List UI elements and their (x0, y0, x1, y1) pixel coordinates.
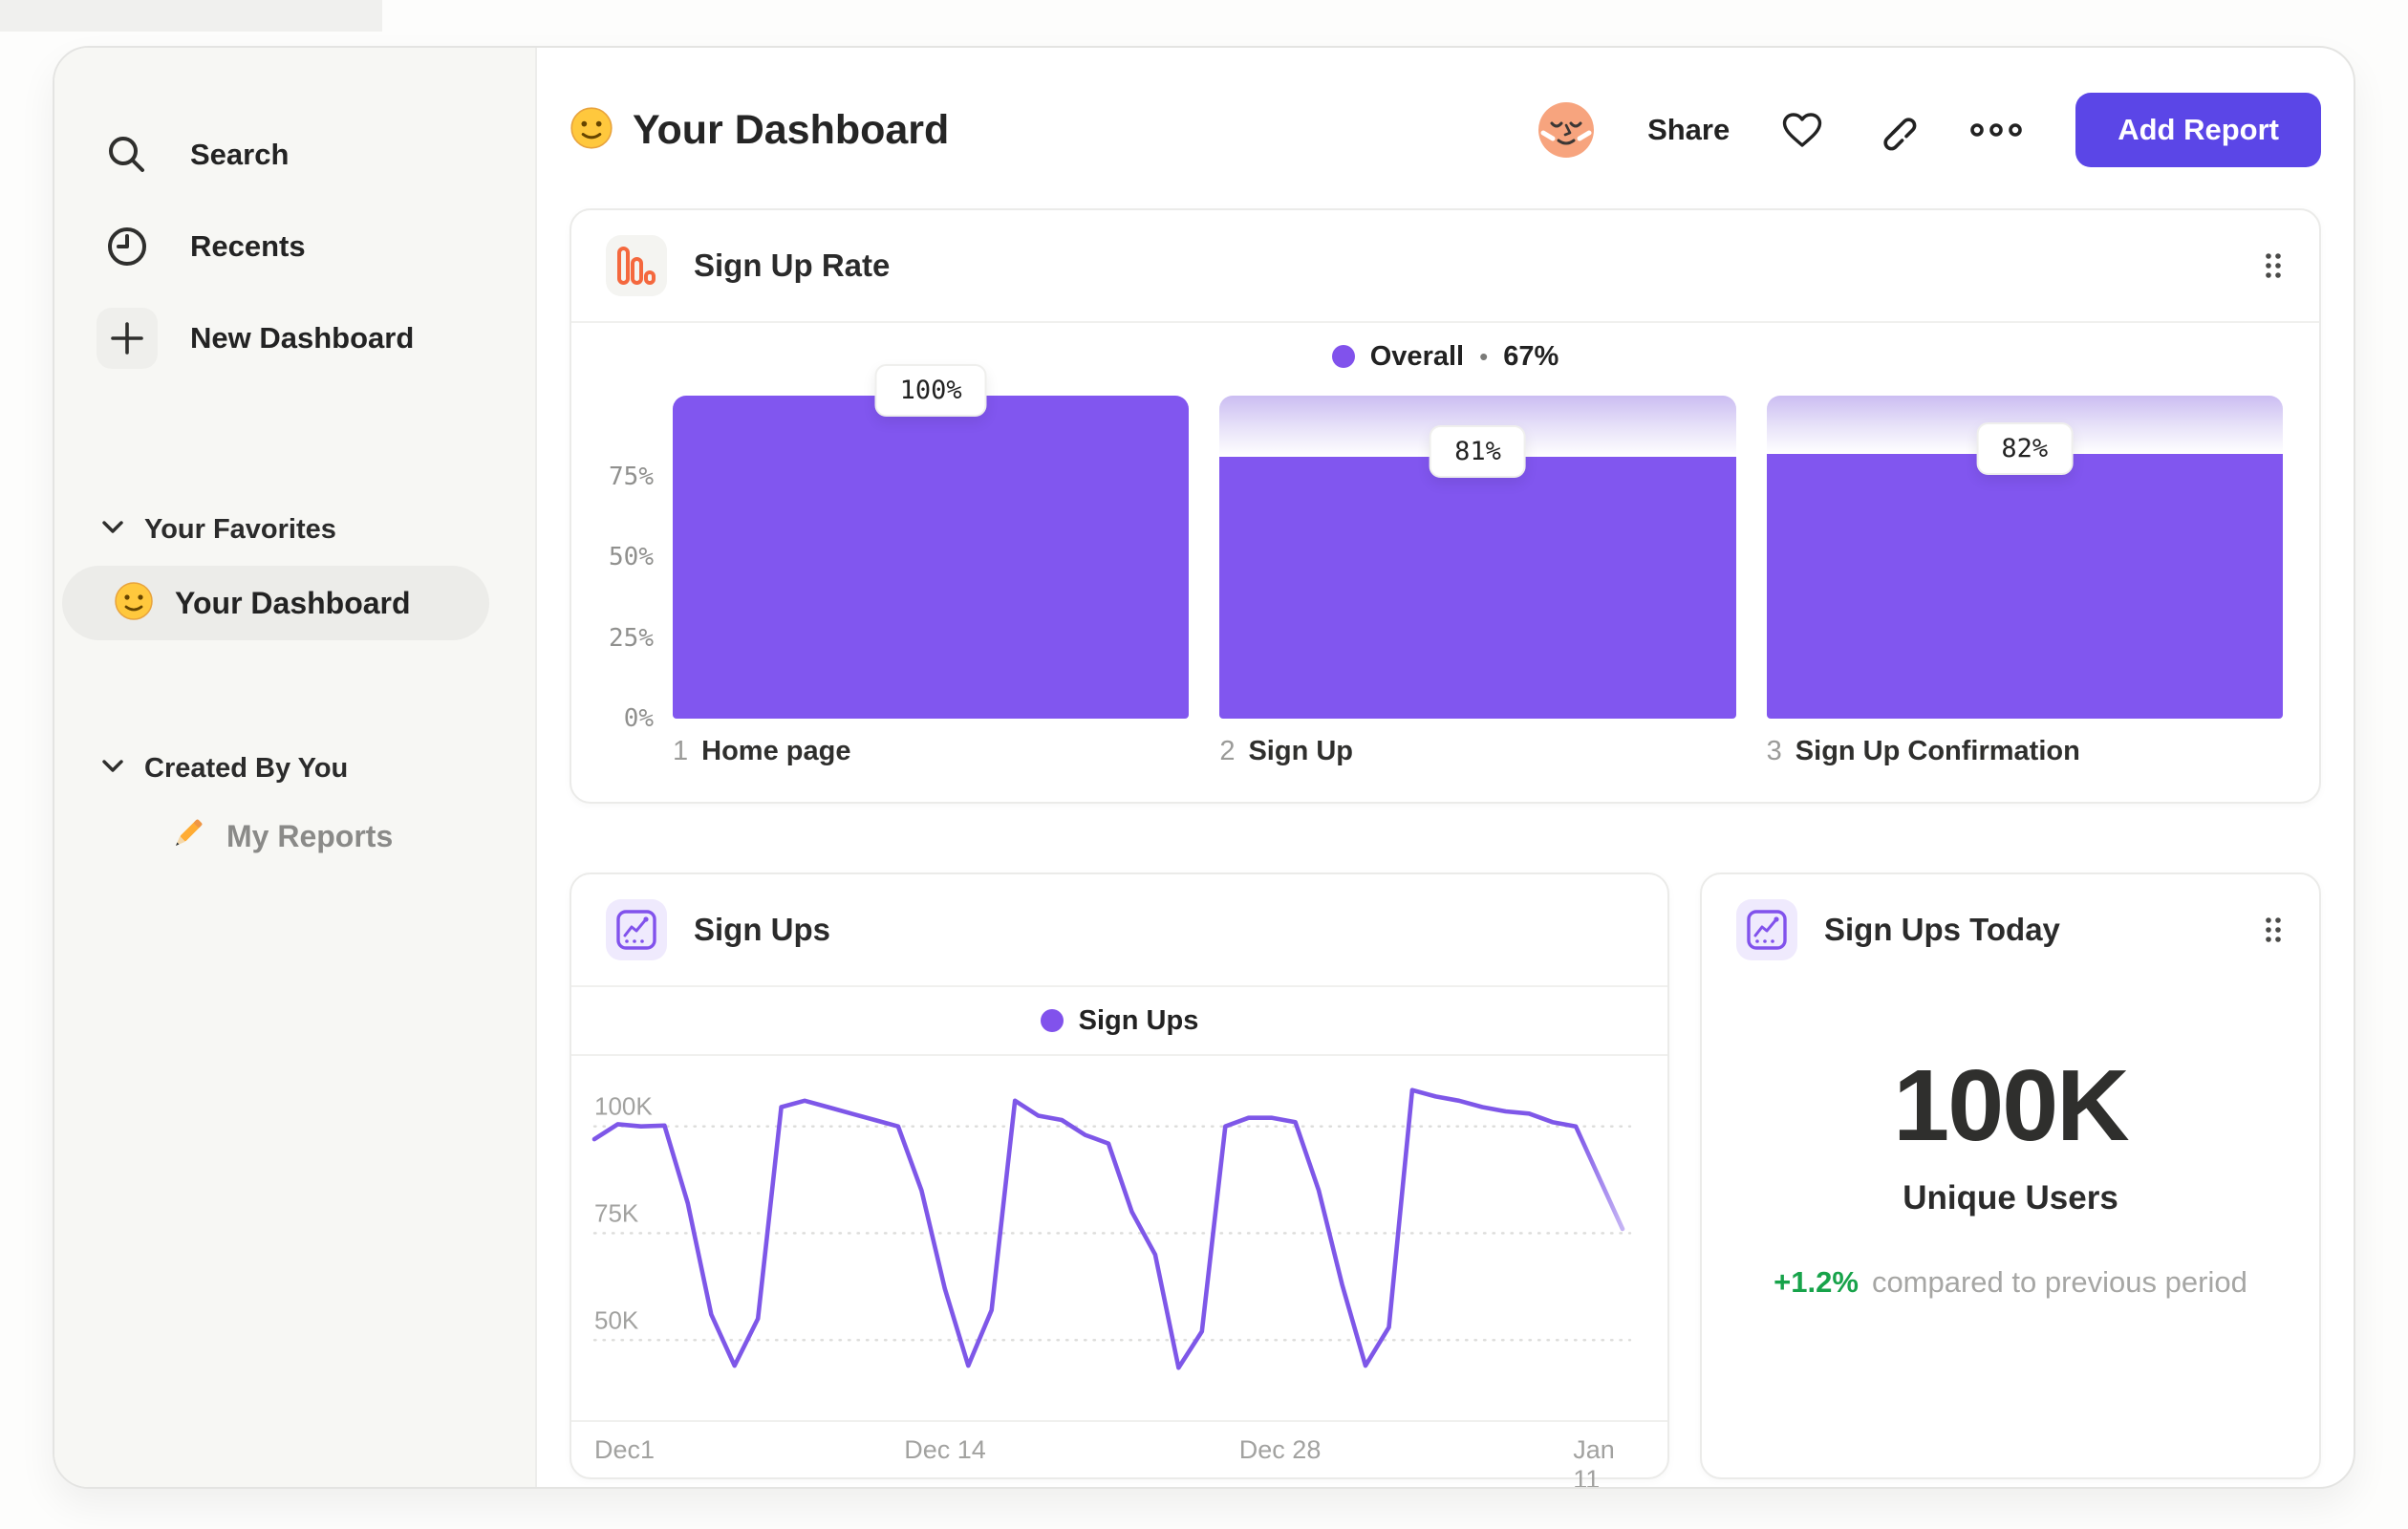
smiley-icon (114, 581, 154, 626)
search-icon (97, 124, 158, 185)
line-chart-icon (606, 899, 667, 960)
card-title: Sign Ups (694, 912, 831, 947)
stat-body: 100K Unique Users +1.2% compared to prev… (1702, 985, 2319, 1477)
dashboard-header: Your Dashboard Share Add Report (570, 86, 2321, 174)
line-chart-icon (1736, 899, 1797, 960)
funnel-chart: 75% 50% 25% 0% 100% 81% 82% 1 Home page 2 Sign U… (571, 364, 2319, 802)
section-label: Your Favorites (144, 513, 336, 545)
line-y-tick: 50K (594, 1305, 639, 1334)
sidebar-section-created-by-you[interactable]: Created By You (54, 738, 535, 799)
legend-label: Overall (1369, 340, 1465, 372)
step-name: Sign Up Confirmation (1795, 736, 2080, 766)
funnel-step-label: 2 Sign Up (1219, 736, 1735, 767)
clock-icon (97, 216, 158, 277)
pencil-icon (167, 814, 207, 859)
section-label: Created By You (144, 752, 349, 784)
smiley-icon (570, 106, 613, 155)
stat-value: 100K (1893, 1049, 2129, 1162)
funnel-axis-spacer (591, 736, 673, 767)
page-title: Your Dashboard (633, 106, 950, 153)
funnel-y-tick: 75% (609, 462, 654, 491)
funnel-step-labels: 1 Home page 2 Sign Up 3 Sign Up Confirmation (673, 736, 2283, 767)
funnel-y-axis: 75% 50% 25% 0% (591, 396, 673, 734)
sidebar-item-label: Search (190, 138, 290, 171)
stat-delta: +1.2% (1774, 1265, 1859, 1299)
line-y-tick: 75K (594, 1198, 639, 1227)
avatar[interactable] (1537, 100, 1596, 160)
step-name: Home page (701, 736, 851, 766)
sidebar: Search Recents New Dashboard Your Favori… (54, 48, 537, 1487)
funnel-bar-home-page: 100% (673, 364, 1190, 719)
line-chart: 100K 75K 50K (571, 1056, 1667, 1420)
favorite-heart-icon[interactable] (1781, 111, 1823, 149)
card-title: Sign Ups Today (1824, 912, 2060, 947)
line-legend: Sign Ups (571, 987, 1667, 1054)
share-button[interactable]: Share (1647, 113, 1730, 147)
funnel-value-tooltip: 82% (1976, 421, 2074, 475)
sign-ups-line-series (591, 1088, 1625, 1370)
funnel-bars: 100% 81% 82% (673, 364, 2283, 719)
drag-handle-icon[interactable] (2262, 915, 2285, 945)
funnel-legend: Overall • 67% (571, 323, 2319, 390)
legend-dot-icon (1331, 345, 1355, 368)
funnel-value-tooltip: 100% (874, 364, 987, 417)
funnel-step-label: 1 Home page (673, 736, 1189, 767)
app-window: Search Recents New Dashboard Your Favori… (53, 46, 2355, 1489)
funnel-bar-fill (1219, 457, 1736, 719)
sidebar-item-your-dashboard[interactable]: Your Dashboard (62, 566, 489, 640)
step-index: 3 (1766, 736, 1782, 766)
cards-row: Sign Ups Sign Ups 100K 75K 50K Dec1 Dec 14 D… (570, 872, 2321, 1487)
line-chart-svg: 100K 75K 50K (591, 1088, 1632, 1370)
line-x-tick: Jan 11 (1573, 1435, 1615, 1489)
plus-icon (97, 308, 158, 369)
step-index: 1 (673, 736, 689, 766)
funnel-y-tick: 0% (623, 704, 654, 733)
legend-label: Sign Ups (1078, 1004, 1199, 1036)
line-x-axis: Dec1 Dec 14 Dec 28 Jan 11 (594, 1422, 1645, 1487)
funnel-bar-fill (673, 396, 1190, 719)
stat-label: Unique Users (1903, 1179, 2118, 1217)
background-window-edge (0, 0, 382, 32)
sidebar-item-my-reports[interactable]: My Reports (54, 799, 535, 873)
card-title: Sign Up Rate (694, 248, 891, 283)
sign-ups-today-card: Sign Ups Today 100K Unique Users +1.2% c… (1700, 872, 2321, 1479)
line-x-tick: Dec1 (594, 1435, 656, 1464)
legend-separator: • (1479, 341, 1489, 371)
funnel-bar-sign-up-confirmation: 82% (1766, 396, 2283, 719)
chevron-down-icon (102, 759, 123, 778)
sidebar-item-recents[interactable]: Recents (54, 201, 535, 292)
sign-ups-card: Sign Ups Sign Ups 100K 75K 50K Dec1 Dec 14 D… (570, 872, 1669, 1487)
add-report-button[interactable]: Add Report (2075, 93, 2321, 167)
line-x-tick: Dec 28 (1238, 1435, 1322, 1464)
funnel-y-tick: 50% (609, 543, 654, 571)
drag-handle-icon[interactable] (2262, 250, 2285, 281)
line-y-tick: 100K (594, 1092, 653, 1121)
sidebar-item-new-dashboard[interactable]: New Dashboard (54, 292, 535, 384)
step-index: 2 (1219, 736, 1236, 766)
sign-up-rate-card: Sign Up Rate Overall • 67% 75% 50% 25% 0% 1… (570, 208, 2321, 804)
copy-link-icon[interactable] (1875, 109, 1917, 151)
sidebar-item-label: Your Dashboard (175, 585, 411, 620)
stat-delta-note: compared to previous period (1871, 1265, 2247, 1299)
sidebar-item-search[interactable]: Search (54, 109, 535, 201)
funnel-y-tick: 25% (609, 623, 654, 653)
funnel-value-tooltip: 81% (1430, 425, 1526, 479)
sidebar-item-label: My Reports (226, 818, 394, 853)
more-options-icon[interactable] (1968, 120, 2024, 140)
sidebar-item-label: New Dashboard (190, 321, 415, 355)
step-name: Sign Up (1248, 736, 1354, 766)
line-x-tick: Dec 14 (904, 1435, 986, 1464)
legend-dot-icon (1040, 1009, 1064, 1032)
sidebar-section-your-favorites[interactable]: Your Favorites (54, 499, 535, 560)
funnel-bar-sign-up: 81% (1219, 396, 1736, 719)
main-content: Your Dashboard Share Add Report Sign Up … (537, 48, 2354, 1487)
legend-value: 67% (1503, 340, 1559, 372)
chevron-down-icon (102, 520, 123, 539)
sidebar-item-label: Recents (190, 229, 306, 263)
funnel-step-label: 3 Sign Up Confirmation (1767, 736, 2283, 767)
funnel-bar-fill (1766, 453, 2283, 719)
bar-chart-icon (606, 235, 667, 296)
